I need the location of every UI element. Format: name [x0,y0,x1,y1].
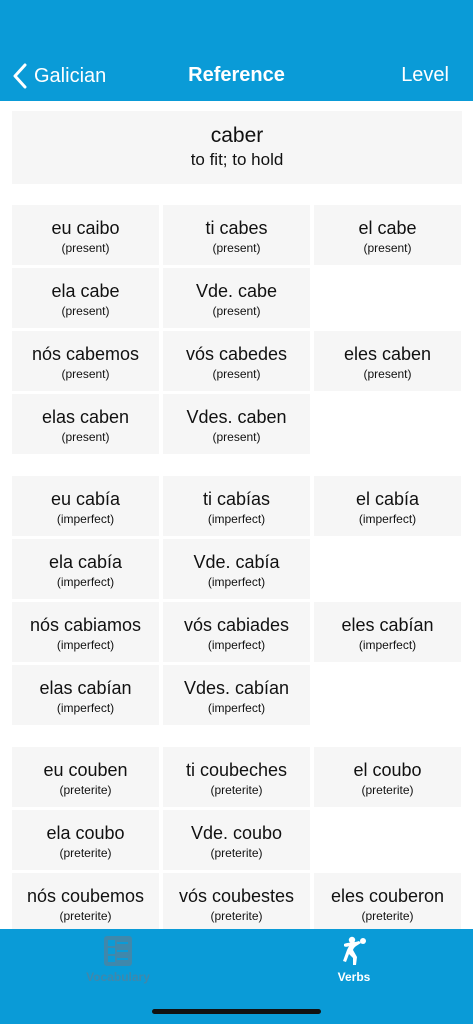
tab-vocabulary[interactable]: Vocabulary [48,929,188,999]
conjugation-form: el cabe [358,218,417,238]
conjugation-form: Vde. cabía [193,552,280,572]
conjugation-form: nós coubemos [26,886,145,906]
conjugation-form: vós cabiades [183,615,290,635]
tense-label: (imperfect) [207,638,266,652]
conjugation-form: el coubo [353,760,422,780]
conjugation-cell: elas cabían (imperfect) [12,665,159,725]
conjugation-cell: ela coubo (preterite) [12,810,159,870]
conjugation-cell: el cabe (present) [314,205,461,265]
conjugation-cell: vós coubestes (preterite) [163,873,310,929]
conjugation-form: Vdes. caben [186,407,287,427]
conjugation-form: Vdes. cabían [183,678,290,698]
conjugation-cell: eu caibo (present) [12,205,159,265]
conjugation-cell: Vde. cabía (imperfect) [163,539,310,599]
tense-label: (present) [61,304,110,318]
tense-label: (preterite) [59,909,112,923]
verb-infinitive: caber [210,124,264,147]
conjugation-form: eu caibo [51,218,120,238]
tense-label: (present) [61,241,110,255]
tab-vocabulary-label: Vocabulary [86,970,150,984]
tense-label: (imperfect) [358,638,417,652]
discus-thrower-icon [343,936,366,965]
conjugation-cell: eu couben (preterite) [12,747,159,807]
tense-label: (present) [61,367,110,381]
tense-label: (imperfect) [56,575,115,589]
tense-label: (present) [212,430,261,444]
tense-label: (preterite) [210,783,263,797]
conjugation-form: elas cabían [39,678,132,698]
tense-label: (preterite) [210,909,263,923]
conjugation-cell: ti cabes (present) [163,205,310,265]
conjugation-form: eles couberon [330,886,445,906]
conjugation-form: Vde. coubo [190,823,283,843]
verb-header-card: caber to fit; to hold [12,111,462,184]
tense-label: (present) [212,367,261,381]
tense-label: (preterite) [210,846,263,860]
tense-label: (preterite) [361,909,414,923]
conjugation-cell: nós cabiamos (imperfect) [12,602,159,662]
tense-label: (imperfect) [56,638,115,652]
conjugation-cell: elas caben (present) [12,394,159,454]
tense-label: (preterite) [59,846,112,860]
verb-translation: to fit; to hold [190,150,284,169]
tense-label: (preterite) [59,783,112,797]
conjugation-form: vós cabedes [185,344,288,364]
conjugation-cell: eles couberon (preterite) [314,873,461,929]
conjugation-cell: el cabía (imperfect) [314,476,461,536]
conjugation-form: eu cabía [50,489,121,509]
tab-bar: Vocabulary Verbs [0,929,473,1024]
conjugation-form: ela cabía [48,552,123,572]
tense-label: (imperfect) [56,701,115,715]
conjugation-cell: ela cabe (present) [12,268,159,328]
conjugation-cell: Vde. cabe (present) [163,268,310,328]
home-indicator [152,1009,321,1014]
tab-verbs-label: Verbs [337,970,371,984]
conjugation-cell: ti cabías (imperfect) [163,476,310,536]
conjugation-cell: vós cabedes (present) [163,331,310,391]
conjugation-cell: nós cabemos (present) [12,331,159,391]
tense-label: (present) [363,241,412,255]
tense-label: (imperfect) [56,512,115,526]
tab-verbs[interactable]: Verbs [284,929,424,999]
tense-label: (present) [363,367,412,381]
conjugation-form: nós cabiamos [29,615,142,635]
conjugation-form: vós coubestes [178,886,295,906]
tense-label: (present) [212,304,261,318]
conjugation-cell: eu cabía (imperfect) [12,476,159,536]
navigation-bar: Galician Reference Level [0,0,473,101]
tense-label: (preterite) [361,783,414,797]
conjugation-cell: Vde. coubo (preterite) [163,810,310,870]
conjugation-cell: Vdes. caben (present) [163,394,310,454]
level-button[interactable]: Level [401,64,449,87]
conjugation-cell: eles caben (present) [314,331,461,391]
tense-label: (present) [61,430,110,444]
tense-label: (present) [212,241,261,255]
conjugation-form: ela cabe [51,281,120,301]
conjugation-cell: eles cabían (imperfect) [314,602,461,662]
conjugation-form: Vde. cabe [195,281,278,301]
conjugation-form: eu couben [43,760,128,780]
tense-label: (imperfect) [207,575,266,589]
conjugation-scroll-view[interactable]: caber to fit; to hold eu caibo (present) … [0,101,473,929]
conjugation-form: ti cabes [205,218,268,238]
conjugation-form: elas caben [41,407,130,427]
conjugation-form: eles caben [343,344,432,364]
conjugation-form: nós cabemos [31,344,140,364]
conjugation-form: el cabía [355,489,420,509]
conjugation-form: ti cabías [202,489,271,509]
conjugation-cell: ti coubeches (preterite) [163,747,310,807]
conjugation-cell: vós cabiades (imperfect) [163,602,310,662]
tense-label: (imperfect) [207,512,266,526]
conjugation-cell: nós coubemos (preterite) [12,873,159,929]
tense-label: (imperfect) [207,701,266,715]
conjugation-cell: Vdes. cabían (imperfect) [163,665,310,725]
vocabulary-list-icon [104,936,132,966]
conjugation-form: ti coubeches [185,760,288,780]
conjugation-cell: el coubo (preterite) [314,747,461,807]
conjugation-form: eles cabían [341,615,434,635]
tense-label: (imperfect) [358,512,417,526]
conjugation-form: ela coubo [46,823,125,843]
conjugation-cell: ela cabía (imperfect) [12,539,159,599]
